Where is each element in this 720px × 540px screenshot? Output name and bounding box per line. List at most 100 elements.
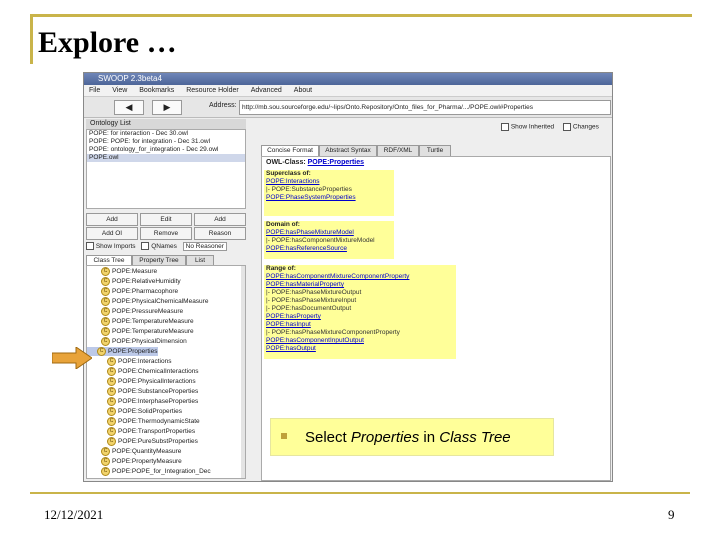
range-entry: |- POPE:hasDocumentOutput [266, 305, 352, 312]
show-inherited-option[interactable]: Show Inherited [501, 123, 554, 131]
tree-node[interactable]: C POPE:PhysicalChemicalMeasure [87, 297, 208, 306]
domain-box: Domain of: POPE:hasPhaseMixtureModel |- PO… [264, 221, 394, 259]
tree-node-label: POPE:PhysicalInteractions [118, 378, 196, 386]
edit-button[interactable]: Edit [140, 213, 192, 226]
address-label: Address: [209, 102, 237, 109]
class-tree[interactable]: C POPE:Measure C POPE:RelativeHumidity C POPE… [86, 265, 246, 479]
tree-node[interactable]: C POPE:Properties [87, 347, 158, 356]
owl-class-heading: OWL-Class: POPE:Properties [266, 159, 364, 166]
tree-node-label: POPE:PropertyMeasure [112, 458, 182, 466]
range-entry: |- POPE:hasPhaseMixtureOutput [266, 289, 362, 296]
range-entry[interactable]: POPE:hasProperty [264, 313, 456, 321]
superclass-header: Superclass of: [266, 170, 311, 177]
add-oi-button[interactable]: Add OI [86, 227, 138, 240]
menu-view[interactable]: View [107, 85, 132, 96]
reason-button[interactable]: Reason [194, 227, 246, 240]
tree-node[interactable]: C POPE:InterphaseProperties [87, 397, 198, 406]
qnames-label: QNames [151, 243, 177, 250]
window-titlebar: SWOOP 2.3beta4 [84, 73, 612, 85]
tree-node-label: POPE:QuantityMeasure [112, 448, 182, 456]
class-node-icon: C [107, 387, 116, 396]
owl-class-name[interactable]: POPE:Properties [308, 159, 364, 166]
class-node-icon: C [101, 307, 110, 316]
slide-frame-vertical [30, 14, 33, 64]
tree-node[interactable]: C POPE:ChemicalInteractions [87, 367, 199, 376]
tree-node[interactable]: C POPE:RelativeHumidity [87, 277, 181, 286]
changes-option[interactable]: Changes [563, 123, 599, 131]
range-entry[interactable]: POPE:hasComponentInputOutput [264, 337, 456, 345]
range-entry[interactable]: POPE:hasInput [264, 321, 456, 329]
class-node-icon: C [107, 377, 116, 386]
superclass-entry[interactable]: POPE:PhaseSystemProperties [264, 194, 394, 202]
tree-node[interactable]: C POPE:PhysicalDimension [87, 337, 187, 346]
class-node-icon: C [101, 447, 110, 456]
tree-scrollbar[interactable] [241, 266, 245, 478]
menu-resource-holder[interactable]: Resource Holder [181, 85, 244, 96]
tree-node[interactable]: C POPE:TemperatureMeasure [87, 317, 194, 326]
class-node-icon: C [101, 267, 110, 276]
range-entry[interactable]: POPE:hasComponentMixtureComponentPropert… [264, 273, 456, 281]
toolbar: ◀ ▶ Address: http://mb.sou.sourceforge.e… [84, 97, 612, 118]
domain-entry[interactable]: POPE:hasReferenceSource [264, 245, 394, 253]
back-button[interactable]: ◀ [114, 100, 144, 115]
menu-bookmarks[interactable]: Bookmarks [134, 85, 179, 96]
left-panel: Ontology List POPE: for interaction - De… [86, 119, 246, 479]
superclass-entry[interactable]: POPE:Interactions [264, 178, 394, 186]
show-imports-label: Show Imports [95, 243, 136, 250]
class-node-icon: C [107, 357, 116, 366]
show-inherited-checkbox[interactable] [501, 123, 509, 131]
tree-node-label: POPE:TemperatureMeasure [112, 328, 194, 336]
tree-node[interactable]: C POPE:TransportProperties [87, 427, 195, 436]
tree-node-label: POPE:PureSubstProperties [118, 438, 198, 446]
instruction-text: Select Properties in Class Tree [305, 429, 511, 446]
tree-node[interactable]: C POPE:PhysicalInteractions [87, 377, 196, 386]
address-field[interactable]: http://mb.sou.sourceforge.edu/~lips/Onto… [239, 100, 611, 115]
ontology-list-item[interactable]: POPE: POPE: for integration - Dec 31.owl [87, 138, 245, 146]
changes-checkbox[interactable] [563, 123, 571, 131]
ontology-list[interactable]: POPE: for interaction - Dec 30.owl POPE:… [86, 129, 246, 209]
tree-node[interactable]: C POPE:Measure [87, 267, 157, 276]
qnames-checkbox[interactable] [141, 242, 150, 251]
tree-node-label: POPE:Pharmacophore [112, 288, 179, 296]
domain-entry[interactable]: POPE:hasPhaseMixtureModel [264, 229, 394, 237]
slide-date: 12/12/2021 [44, 507, 104, 522]
add-class-button[interactable]: Add [86, 213, 138, 226]
right-tabs: Concise Format Abstract Syntax RDF/XML T… [261, 145, 611, 157]
tree-node[interactable]: C POPE:PropertyMeasure [87, 457, 182, 466]
menu-file[interactable]: File [84, 85, 105, 96]
tree-node[interactable]: C POPE:TemperatureMeasure [87, 327, 194, 336]
slide-title: Explore … [38, 26, 177, 59]
ontology-list-item[interactable]: POPE.owl [87, 154, 245, 162]
domain-header: Domain of: [266, 221, 300, 228]
tree-node-label: POPE:PressureMeasure [112, 308, 184, 316]
tree-node[interactable]: C POPE:Pharmacophore [87, 287, 178, 296]
forward-button[interactable]: ▶ [152, 100, 182, 115]
add-individual-button[interactable]: Add [194, 213, 246, 226]
tree-node[interactable]: C POPE:POPE_for_Integration_Dec [87, 467, 211, 476]
range-entry[interactable]: POPE:hasOutput [264, 345, 456, 353]
class-node-icon: C [107, 407, 116, 416]
tree-node[interactable]: C POPE:SubstanceProperties [87, 387, 198, 396]
tree-node[interactable]: C POPE:QuantityMeasure [87, 447, 181, 456]
tree-node[interactable]: C POPE:PressureMeasure [87, 307, 183, 316]
ontology-list-item[interactable]: POPE: ontology_for_integration - Dec 29.… [87, 146, 245, 154]
tree-node[interactable]: C POPE:ThermodynamicState [87, 417, 200, 426]
remove-button[interactable]: Remove [140, 227, 192, 240]
tree-node-label: POPE:TransportProperties [118, 428, 196, 436]
show-inherited-label: Show Inherited [510, 123, 555, 131]
pointer-arrow-icon [52, 347, 92, 369]
show-imports-checkbox[interactable] [86, 242, 94, 251]
instruction-callout: Select Properties in Class Tree [270, 418, 554, 456]
tree-node-label: POPE:Measure [112, 268, 158, 276]
left-tabs: Class Tree Property Tree List [86, 255, 246, 266]
range-entry[interactable]: POPE:hasMaterialProperty [264, 281, 456, 289]
ontology-list-item[interactable]: POPE: for interaction - Dec 30.owl [87, 130, 245, 138]
class-node-icon: C [101, 467, 110, 476]
reasoner-select[interactable]: No Reasoner [182, 242, 227, 251]
menu-about[interactable]: About [289, 85, 317, 96]
tree-node[interactable]: C POPE:SolidProperties [87, 407, 182, 416]
tree-node[interactable]: C POPE:PureSubstProperties [87, 437, 198, 446]
tree-node[interactable]: C POPE:Interactions [87, 357, 171, 366]
menu-advanced[interactable]: Advanced [246, 85, 287, 96]
class-node-icon: C [107, 417, 116, 426]
